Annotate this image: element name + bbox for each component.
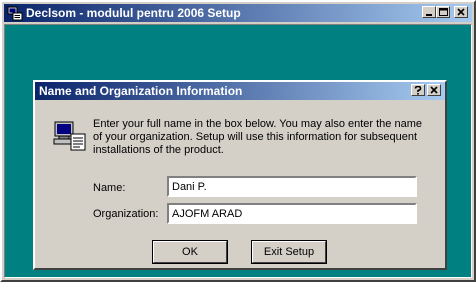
window-titlebar[interactable]: Declsom - modulul pentru 2006 Setup [4,4,472,22]
ok-button[interactable]: OK [152,240,228,264]
setup-background: Name and Organization Information Enter … [4,24,472,278]
exit-setup-button-label: Exit Setup [263,246,315,258]
maximize-icon [438,8,448,16]
help-icon [414,85,422,95]
setup-window: Declsom - modulul pentru 2006 Setup Name… [0,0,476,282]
maximize-button[interactable] [436,6,450,18]
minimize-button[interactable] [422,6,436,18]
minimize-icon [426,14,432,16]
computer-setup-icon [53,120,87,152]
close-icon [430,86,438,94]
ok-button-label: OK [182,246,198,258]
dialog-title: Name and Organization Information [39,84,243,98]
dialog-close-button[interactable] [427,84,441,96]
name-organization-dialog: Name and Organization Information Enter … [33,80,447,270]
setup-icon [7,5,23,21]
intro-text: Enter your full name in the box below. Y… [93,118,422,156]
help-button[interactable] [411,84,425,96]
close-icon [457,8,465,16]
organization-label: Organization: [93,208,159,220]
window-title: Declsom - modulul pentru 2006 Setup [26,6,241,20]
window-close-button[interactable] [454,6,468,18]
name-input[interactable] [167,176,417,197]
name-label: Name: [93,182,126,194]
exit-setup-button[interactable]: Exit Setup [251,240,327,264]
organization-input[interactable] [167,203,417,224]
dialog-titlebar[interactable]: Name and Organization Information [35,82,445,100]
